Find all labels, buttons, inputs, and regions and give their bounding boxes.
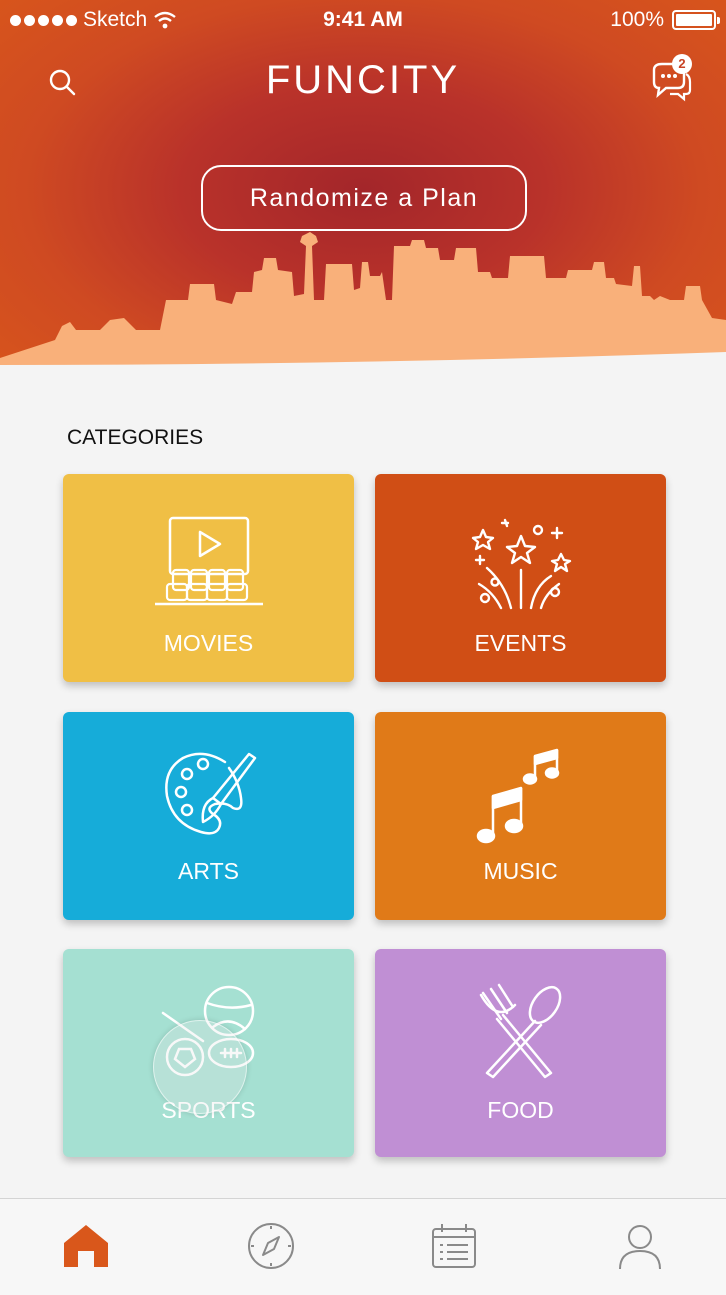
- randomize-plan-button[interactable]: Randomize a Plan: [201, 165, 527, 231]
- category-label-music: MUSIC: [483, 858, 558, 884]
- compass-icon[interactable]: [245, 1221, 297, 1271]
- music-notes-icon: [476, 748, 560, 844]
- category-label-arts: ARTS: [178, 858, 239, 884]
- movie-theater-icon: [155, 516, 263, 606]
- category-label-movies: MOVIES: [163, 630, 254, 656]
- category-label-food: FOOD: [487, 1097, 554, 1123]
- categories-heading: CATEGORIES: [67, 426, 204, 449]
- category-card-events[interactable]: EVENTS: [375, 474, 666, 682]
- home-icon[interactable]: [60, 1221, 112, 1271]
- battery-percent: 100%: [610, 8, 664, 31]
- palette-brush-icon: [165, 752, 257, 835]
- status-bar: Sketch 9:41 AM 100%: [0, 0, 726, 40]
- app-title: FUNCITY: [265, 58, 461, 102]
- touch-indicator: [153, 1020, 247, 1114]
- status-right: 100%: [610, 8, 720, 32]
- category-card-movies[interactable]: MOVIES: [63, 474, 354, 682]
- category-label-events: EVENTS: [474, 630, 567, 656]
- calendar-list-icon[interactable]: [428, 1221, 480, 1271]
- fork-spoon-icon: [479, 983, 562, 1079]
- category-card-food[interactable]: FOOD: [375, 949, 666, 1157]
- tab-bar: [0, 1198, 726, 1295]
- category-card-music[interactable]: MUSIC: [375, 712, 666, 920]
- battery-icon: [672, 10, 720, 30]
- category-card-arts[interactable]: ARTS: [63, 712, 354, 920]
- hero-banner: Sketch 9:41 AM 100% FUNCITY 2 Randomize …: [0, 0, 726, 400]
- chat-badge-count: 2: [672, 54, 692, 74]
- user-icon[interactable]: [614, 1221, 666, 1271]
- fireworks-icon: [471, 518, 572, 610]
